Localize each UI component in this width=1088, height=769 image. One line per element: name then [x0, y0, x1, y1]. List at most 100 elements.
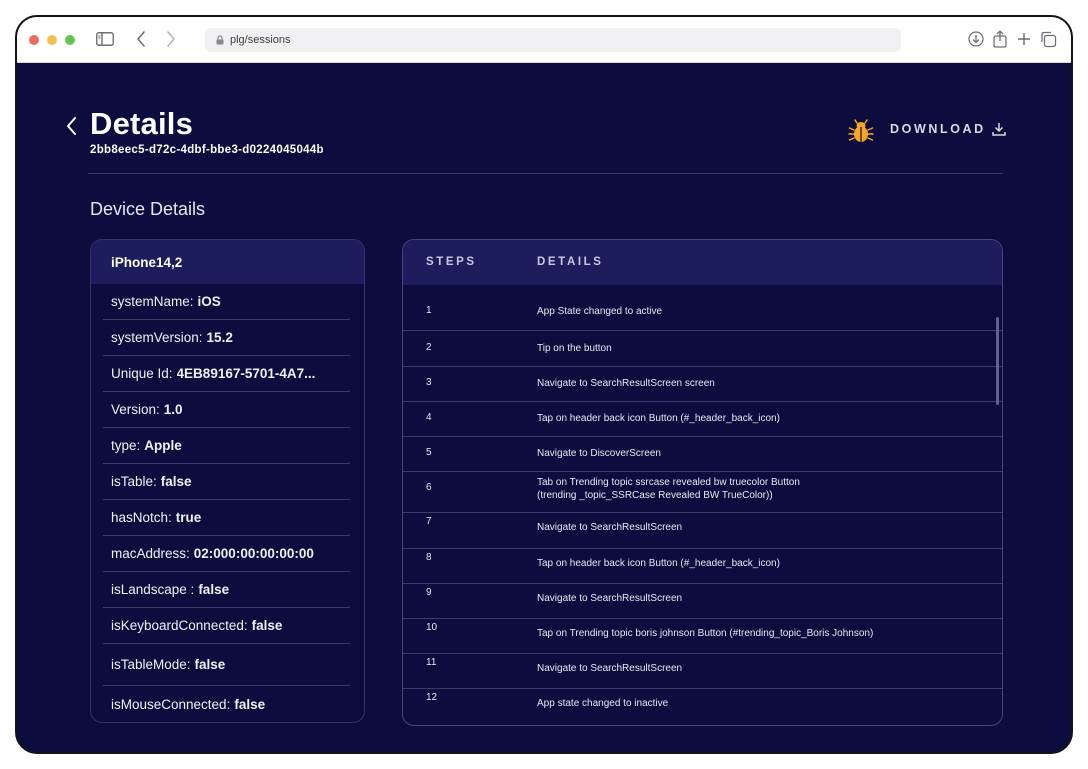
back-chevron-icon[interactable] — [65, 116, 79, 136]
field-value: false — [198, 582, 230, 597]
share-icon[interactable] — [991, 29, 1009, 49]
field-value: true — [175, 510, 202, 525]
field-key: macAddress: — [111, 546, 190, 561]
step-number: 8 — [426, 552, 432, 563]
step-detail: Tap on header back icon Button (#_header… — [537, 558, 780, 569]
field-value: false — [251, 618, 283, 633]
step-detail: Tab on Trending topic ssrcase revealed b… — [537, 477, 800, 488]
device-field-is-mouse-connected: isMouseConnected: false — [103, 686, 350, 722]
column-header-steps: STEPS — [426, 256, 477, 268]
table-row[interactable]: 7 Navigate to SearchResultScreen — [403, 513, 1002, 549]
field-value: 02:000:00:00:00:00 — [193, 546, 314, 561]
field-key: isTableMode: — [111, 657, 191, 672]
steps-table-header: STEPS DETAILS — [403, 240, 1002, 285]
field-key: isLandscape : — [111, 582, 195, 597]
step-number: 2 — [426, 342, 432, 353]
table-row[interactable]: 8 Tap on header back icon Button (#_heade… — [403, 549, 1002, 584]
field-key: hasNotch: — [111, 510, 172, 525]
step-number: 9 — [426, 587, 432, 598]
field-key: isTable: — [111, 474, 157, 489]
table-row[interactable]: 12 App state changed to inactive — [403, 689, 1002, 725]
steps-table: STEPS DETAILS 1 App State changed to acti… — [402, 239, 1003, 726]
step-detail: Tap on Trending topic boris johnson Butt… — [537, 628, 874, 639]
lock-icon — [215, 35, 225, 45]
step-detail: Tip on the button — [537, 343, 612, 354]
step-detail: Navigate to DiscoverScreen — [537, 448, 661, 459]
field-value: iOS — [197, 294, 221, 309]
step-detail: Navigate to SearchResultScreen screen — [537, 378, 715, 389]
maximize-window-button[interactable] — [65, 35, 75, 45]
forward-nav-icon[interactable] — [163, 29, 179, 49]
device-field-is-table-mode: isTableMode: false — [103, 644, 350, 686]
column-header-details: DETAILS — [537, 256, 604, 268]
field-value: false — [234, 696, 266, 712]
new-tab-icon[interactable] — [1015, 29, 1033, 49]
step-number: 1 — [426, 305, 432, 316]
page-title: Details — [90, 106, 194, 141]
browser-window: plg/sessions Details 2bb8eec5-d72c-4dbf-… — [15, 15, 1073, 754]
sidebar-toggle-icon[interactable] — [95, 29, 115, 49]
device-details-card: iPhone14,2 systemName: iOS systemVersion:… — [90, 239, 365, 723]
device-field-has-notch: hasNotch: true — [103, 500, 350, 536]
device-field-type: type: Apple — [103, 428, 350, 464]
table-row[interactable]: 6 Tab on Trending topic ssrcase revealed … — [403, 472, 1002, 513]
download-button[interactable]: DOWNLOAD — [890, 122, 1006, 136]
bug-icon[interactable] — [848, 118, 874, 144]
device-field-system-version: systemVersion: 15.2 — [103, 320, 350, 356]
step-detail: Navigate to SearchResultScreen — [537, 522, 683, 533]
step-detail: App state changed to inactive — [537, 698, 669, 709]
step-detail: Navigate to SearchResultScreen — [537, 663, 683, 674]
device-field-mac-address: macAddress: 02:000:00:00:00:00 — [103, 536, 350, 572]
field-value: 1.0 — [163, 402, 183, 417]
minimize-window-button[interactable] — [47, 35, 57, 45]
step-number: 12 — [426, 692, 438, 703]
field-key: type: — [111, 438, 141, 453]
page-content: Details 2bb8eec5-d72c-4dbf-bbe3-d0224045… — [17, 64, 1071, 752]
field-value: 15.2 — [206, 330, 233, 345]
field-key: systemVersion: — [111, 330, 203, 345]
address-bar[interactable]: plg/sessions — [205, 28, 901, 52]
tab-overview-icon[interactable] — [1039, 29, 1057, 49]
field-value: false — [160, 474, 192, 489]
table-row[interactable]: 3 Navigate to SearchResultScreen screen — [403, 367, 1002, 402]
download-icon — [992, 122, 1006, 136]
device-name: iPhone14,2 — [91, 240, 364, 284]
table-row[interactable]: 2 Tip on the button — [403, 331, 1002, 367]
table-row[interactable]: 11 Navigate to SearchResultScreen — [403, 654, 1002, 689]
section-title: Device Details — [90, 199, 206, 219]
device-field-is-landscape: isLandscape : false — [103, 572, 350, 608]
field-key: isKeyboardConnected: — [111, 618, 248, 633]
field-key: Unique Id: — [111, 366, 173, 381]
header-divider — [88, 173, 1003, 174]
close-window-button[interactable] — [29, 35, 39, 45]
table-row[interactable]: 5 Navigate to DiscoverScreen — [403, 437, 1002, 472]
downloads-icon[interactable] — [967, 29, 985, 49]
field-key: isMouseConnected: — [111, 696, 231, 712]
step-number: 11 — [426, 657, 437, 668]
table-row[interactable]: 1 App State changed to active — [403, 285, 1002, 331]
field-key: Version: — [111, 402, 160, 417]
step-number: 4 — [426, 412, 432, 423]
field-value: 4EB89167-5701-4A7... — [176, 366, 316, 381]
device-field-system-name: systemName: iOS — [103, 284, 350, 320]
field-key: systemName: — [111, 294, 194, 309]
step-detail: Navigate to SearchResultScreen — [537, 593, 683, 604]
back-nav-icon[interactable] — [133, 29, 149, 49]
device-field-unique-id: Unique Id: 4EB89167-5701-4A7... — [103, 356, 350, 392]
step-number: 5 — [426, 447, 432, 458]
device-field-version: Version: 1.0 — [103, 392, 350, 428]
steps-scrollbar[interactable] — [996, 317, 999, 405]
step-detail: App State changed to active — [537, 306, 663, 317]
table-row[interactable]: 10 Tap on Trending topic boris johnson Bu… — [403, 619, 1002, 654]
step-detail: Tap on header back icon Button (#_header… — [537, 413, 780, 424]
step-number: 7 — [426, 516, 432, 527]
step-number: 3 — [426, 377, 432, 388]
step-number: 6 — [426, 482, 432, 493]
step-detail-continued: (trending _topic_SSRCase Revealed BW Tru… — [537, 490, 773, 501]
table-row[interactable]: 9 Navigate to SearchResultScreen — [403, 584, 1002, 619]
session-id: 2bb8eec5-d72c-4dbf-bbe3-d0224045044b — [90, 144, 324, 156]
download-label: DOWNLOAD — [890, 122, 986, 136]
address-text: plg/sessions — [230, 34, 291, 46]
toolbar-actions — [967, 29, 1057, 49]
table-row[interactable]: 4 Tap on header back icon Button (#_heade… — [403, 402, 1002, 437]
